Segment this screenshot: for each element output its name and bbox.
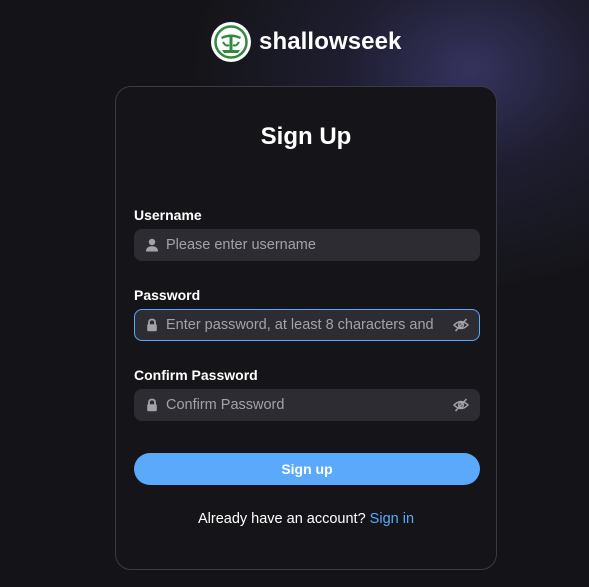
eye-off-icon[interactable] (452, 316, 470, 334)
lock-icon (144, 397, 160, 413)
user-icon (144, 237, 160, 253)
signup-card: Sign Up Username Password (115, 86, 497, 570)
password-field-container (134, 309, 480, 341)
sign-up-button[interactable]: Sign up (134, 453, 480, 485)
confirm-password-input[interactable] (160, 390, 434, 420)
username-field-container (134, 229, 480, 261)
whale-emblem-icon (211, 22, 251, 62)
username-input[interactable] (160, 230, 479, 260)
sign-in-prompt-text: Already have an account? (197, 511, 366, 527)
password-input[interactable] (160, 310, 434, 340)
brand: shallowseek (211, 22, 402, 62)
password-label: Password (134, 287, 201, 303)
sign-in-link[interactable]: Sign in (370, 511, 414, 527)
confirm-password-field-container (134, 389, 480, 421)
confirm-password-label: Confirm Password (134, 367, 258, 383)
page-title: Sign Up (260, 123, 352, 150)
eye-off-icon[interactable] (452, 396, 470, 414)
username-label: Username (134, 207, 202, 223)
sign-in-prompt: Already have an account? Sign in (116, 511, 496, 527)
brand-name: shallowseek (259, 28, 402, 55)
lock-icon (144, 317, 160, 333)
